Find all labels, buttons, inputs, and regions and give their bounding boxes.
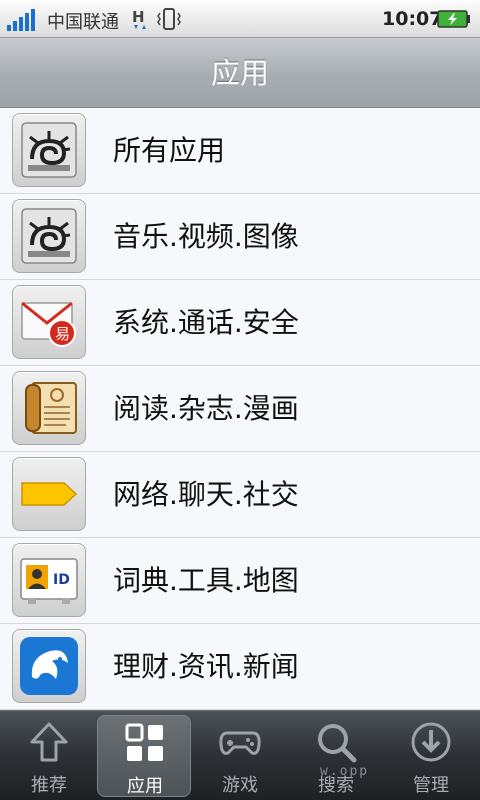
search-icon [318, 724, 357, 763]
tab-label: 推荐 [31, 775, 67, 796]
list-item-music-video-image[interactable]: 音乐.视频.图像 [0, 194, 480, 280]
tab-games[interactable]: 游戏 [193, 715, 287, 797]
tab-manage[interactable]: 管理 [384, 715, 478, 797]
list-item-label: 所有应用 [113, 134, 226, 167]
gamepad-icon [219, 731, 261, 755]
category-list: 所有应用 音乐.视频.图像 易 系统.通话.安全 阅读.杂志.漫画 网络.聊天.… [0, 108, 480, 710]
list-item-reading-magazine-comic[interactable]: 阅读.杂志.漫画 [0, 366, 480, 452]
bottom-tab-bar: 推荐 应用 游戏 搜索 管理 [0, 710, 480, 800]
tab-label: 管理 [413, 775, 449, 796]
tab-label: 应用 [127, 776, 163, 797]
tab-label: 游戏 [222, 775, 258, 796]
clock: 10:07 [382, 8, 443, 30]
tab-apps[interactable]: 应用 [97, 715, 191, 797]
watermark: w.opp [320, 764, 370, 779]
list-item-all-apps[interactable]: 所有应用 [0, 108, 480, 194]
download-circle-icon [411, 722, 451, 762]
grid-icon [125, 723, 163, 761]
list-item-label: 阅读.杂志.漫画 [113, 392, 299, 425]
network-h-icon: H [132, 8, 146, 29]
list-item-label: 词典.工具.地图 [113, 564, 299, 597]
status-bar: 中国联通 H 10:07 [0, 0, 480, 38]
yellow-tag-icon [12, 457, 86, 531]
list-item-label: 理财.资讯.新闻 [113, 650, 299, 683]
page-title: 应用 [210, 56, 269, 90]
svg-text:H: H [132, 8, 145, 26]
tab-search[interactable]: 搜索 [289, 715, 383, 797]
book-icon [12, 371, 86, 445]
dolphin-icon [12, 629, 86, 703]
carrier-name: 中国联通 [47, 12, 119, 33]
list-item-label: 系统.通话.安全 [113, 306, 299, 339]
list-item-network-chat-social[interactable]: 网络.聊天.社交 [0, 452, 480, 538]
app-store-icon [12, 199, 86, 273]
svg-text:ID: ID [53, 572, 70, 588]
id-card-icon: ID [12, 543, 86, 617]
tab-recommend[interactable]: 推荐 [2, 715, 96, 797]
list-item-label: 音乐.视频.图像 [113, 220, 299, 253]
app-store-icon [12, 113, 86, 187]
title-bar: 应用 [0, 38, 480, 108]
signal-icon [7, 9, 37, 31]
list-item-system-call-security[interactable]: 易 系统.通话.安全 [0, 280, 480, 366]
list-item-label: 网络.聊天.社交 [113, 478, 299, 511]
list-item-finance-info-news[interactable]: 理财.资讯.新闻 [0, 624, 480, 710]
svg-text:易: 易 [55, 325, 70, 343]
list-item-dictionary-tools-map[interactable]: ID 词典.工具.地图 [0, 538, 480, 624]
arrow-up-icon [30, 722, 68, 762]
mail-envelope-icon: 易 [12, 285, 86, 359]
battery-charging-icon [437, 10, 470, 28]
vibrate-icon [157, 8, 181, 30]
